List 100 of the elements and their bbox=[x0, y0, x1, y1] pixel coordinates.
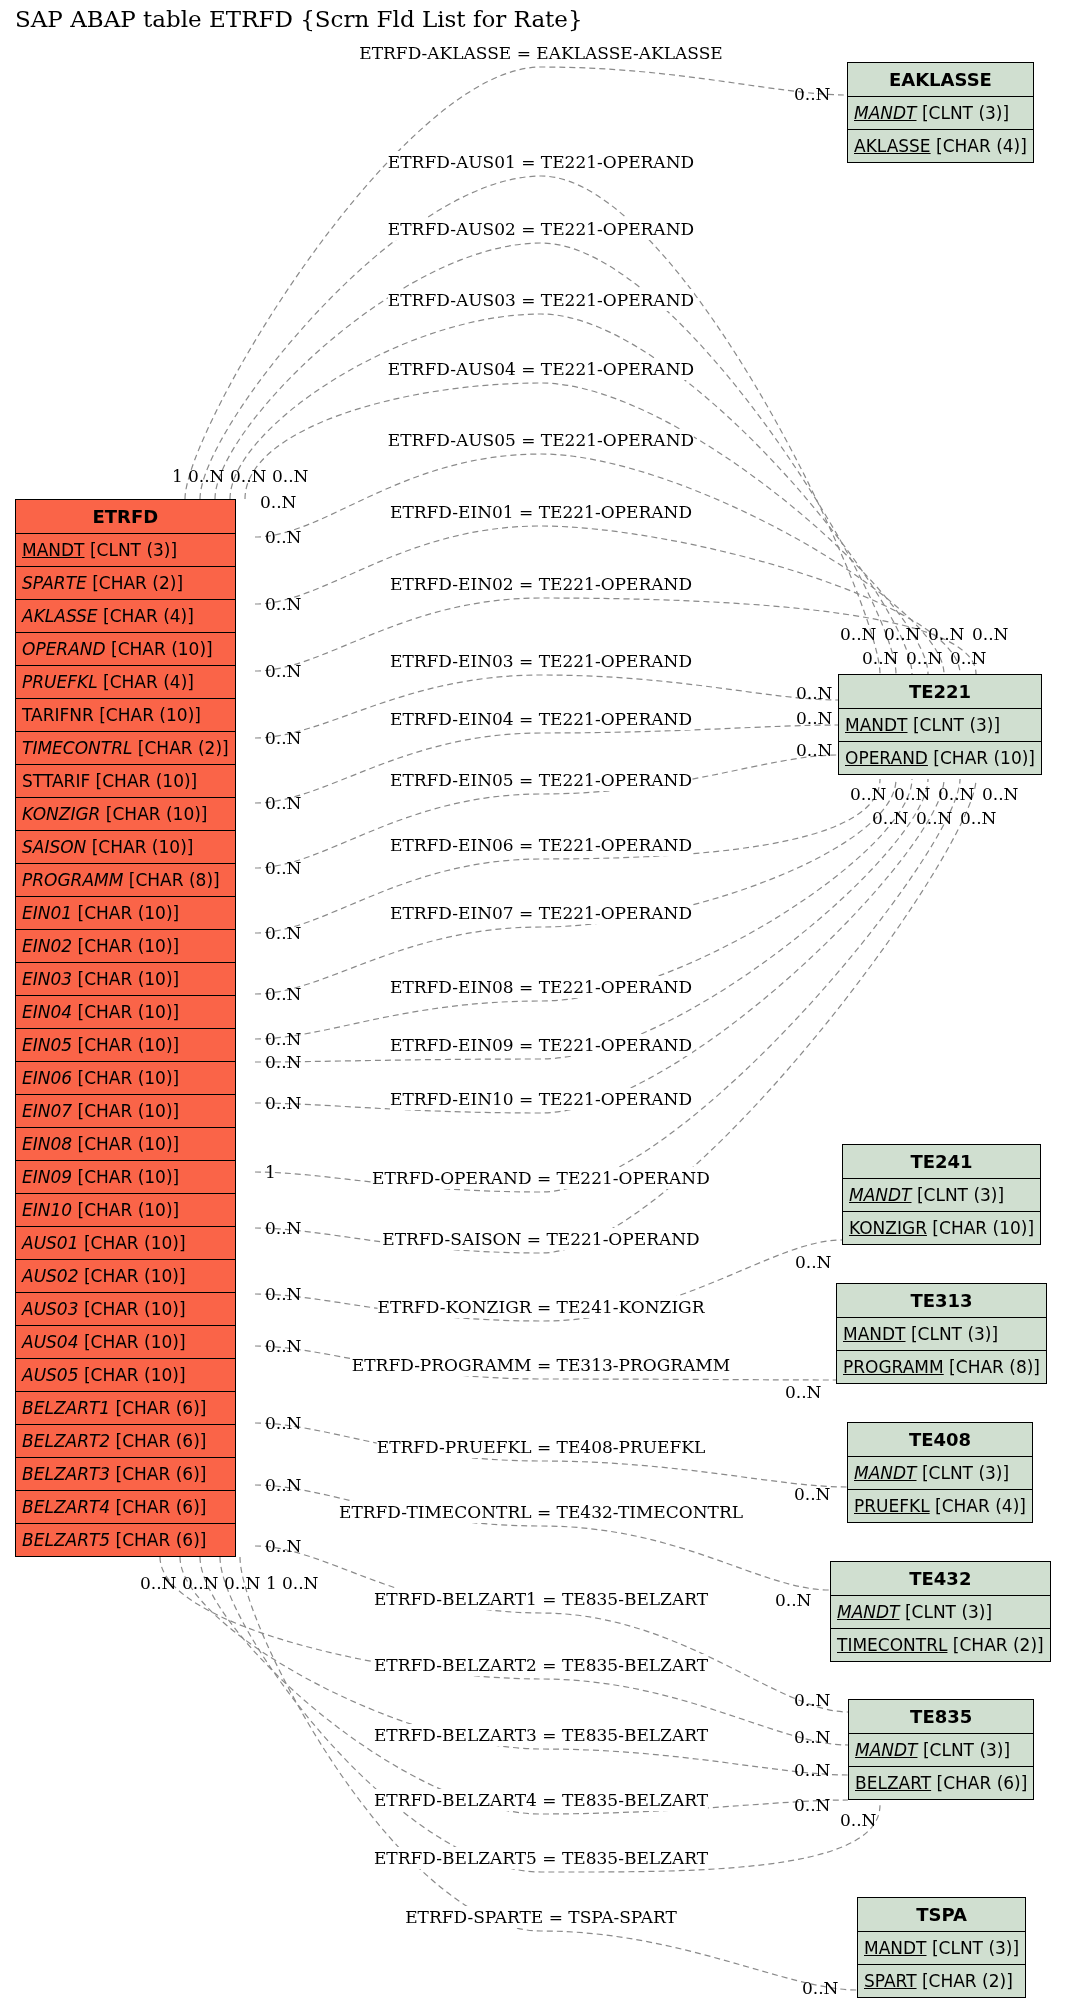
cardinality-label: 0..N bbox=[794, 1484, 831, 1504]
table-field: TIMECONTRL [CHAR (2)] bbox=[16, 732, 235, 765]
relation-label: ETRFD-EIN08 = TE221-OPERAND bbox=[390, 976, 692, 998]
cardinality-label: 0..N bbox=[916, 808, 953, 828]
table-header: ETRFD bbox=[16, 500, 235, 534]
cardinality-label: 0..N bbox=[265, 1536, 302, 1556]
relation-label: ETRFD-AUS03 = TE221-OPERAND bbox=[387, 289, 695, 311]
table-field: MANDT [CLNT (3)] bbox=[849, 1734, 1034, 1767]
table-field: AKLASSE [CHAR (4)] bbox=[848, 130, 1033, 162]
table-field: STTARIF [CHAR (10)] bbox=[16, 765, 235, 798]
cardinality-label: 0..N bbox=[265, 1093, 302, 1113]
table-field: PROGRAMM [CHAR (8)] bbox=[16, 864, 235, 897]
table-header: TE408 bbox=[848, 1423, 1032, 1457]
table-field: OPERAND [CHAR (10)] bbox=[16, 633, 235, 666]
cardinality-label: 0..N bbox=[188, 466, 225, 486]
cardinality-label: 0..N bbox=[230, 466, 267, 486]
cardinality-label: 0..N bbox=[840, 1810, 877, 1830]
cardinality-label: 0..N bbox=[840, 624, 877, 644]
table-field: MANDT [CLNT (3)] bbox=[848, 97, 1033, 130]
table-field: TARIFNR [CHAR (10)] bbox=[16, 699, 235, 732]
table-field: SPART [CHAR (2)] bbox=[858, 1965, 1026, 1997]
table-header: EAKLASSE bbox=[848, 63, 1033, 97]
table-field: MANDT [CLNT (3)] bbox=[837, 1318, 1046, 1351]
table-field: MANDT [CLNT (3)] bbox=[858, 1932, 1026, 1965]
cardinality-label: 0..N bbox=[265, 923, 302, 943]
cardinality-label: 0..N bbox=[224, 1573, 261, 1593]
cardinality-label: 0..N bbox=[265, 1413, 302, 1433]
cardinality-label: 0..N bbox=[265, 1218, 302, 1238]
table-field: AUS03 [CHAR (10)] bbox=[16, 1293, 235, 1326]
table-field: SAISON [CHAR (10)] bbox=[16, 831, 235, 864]
cardinality-label: 0..N bbox=[794, 1690, 831, 1710]
cardinality-label: 0..N bbox=[928, 624, 965, 644]
table-field: AUS05 [CHAR (10)] bbox=[16, 1359, 235, 1392]
table-field: AUS01 [CHAR (10)] bbox=[16, 1227, 235, 1260]
cardinality-label: 0..N bbox=[265, 728, 302, 748]
table-field: BELZART3 [CHAR (6)] bbox=[16, 1458, 235, 1491]
table-field: PRUEFKL [CHAR (4)] bbox=[848, 1490, 1032, 1522]
cardinality-label: 0..N bbox=[265, 1029, 302, 1049]
table-field: PROGRAMM [CHAR (8)] bbox=[837, 1351, 1046, 1383]
relation-label: ETRFD-OPERAND = TE221-OPERAND bbox=[372, 1167, 710, 1189]
cardinality-label: 0..N bbox=[972, 624, 1009, 644]
cardinality-label: 0..N bbox=[802, 1978, 839, 1998]
cardinality-label: 0..N bbox=[265, 1052, 302, 1072]
table-field: MANDT [CLNT (3)] bbox=[839, 709, 1041, 742]
cardinality-label: 0..N bbox=[182, 1573, 219, 1593]
table-field: SPARTE [CHAR (2)] bbox=[16, 567, 235, 600]
cardinality-label: 0..N bbox=[265, 1475, 302, 1495]
cardinality-label: 0..N bbox=[265, 858, 302, 878]
relation-label: ETRFD-BELZART3 = TE835-BELZART bbox=[373, 1724, 709, 1746]
table-field: EIN10 [CHAR (10)] bbox=[16, 1194, 235, 1227]
table-field: KONZIGR [CHAR (10)] bbox=[843, 1212, 1041, 1244]
cardinality-label: 0..N bbox=[850, 784, 887, 804]
table-field: BELZART4 [CHAR (6)] bbox=[16, 1491, 235, 1524]
table-field: EIN02 [CHAR (10)] bbox=[16, 930, 235, 963]
cardinality-label: 1 bbox=[266, 1573, 277, 1593]
table-field: BELZART2 [CHAR (6)] bbox=[16, 1425, 235, 1458]
table-field: AUS04 [CHAR (10)] bbox=[16, 1326, 235, 1359]
relation-label: ETRFD-BELZART4 = TE835-BELZART bbox=[373, 1789, 709, 1811]
table-field: EIN03 [CHAR (10)] bbox=[16, 963, 235, 996]
diagram-title: SAP ABAP table ETRFD {Scrn Fld List for Rate} bbox=[15, 6, 583, 32]
cardinality-label: 0..N bbox=[960, 808, 997, 828]
cardinality-label: 1 bbox=[172, 466, 183, 486]
table-field: OPERAND [CHAR (10)] bbox=[839, 742, 1041, 774]
cardinality-label: 0..N bbox=[796, 740, 833, 760]
cardinality-label: 0..N bbox=[906, 648, 943, 668]
table-header: TE835 bbox=[849, 1700, 1034, 1734]
cardinality-label: 0..N bbox=[140, 1573, 177, 1593]
table-field: BELZART5 [CHAR (6)] bbox=[16, 1524, 235, 1556]
cardinality-label: 0..N bbox=[884, 624, 921, 644]
cardinality-label: 0..N bbox=[265, 594, 302, 614]
cardinality-label: 0..N bbox=[796, 683, 833, 703]
table-header: TSPA bbox=[858, 1898, 1026, 1932]
table-field: MANDT [CLNT (3)] bbox=[843, 1179, 1041, 1212]
relation-label: ETRFD-EIN09 = TE221-OPERAND bbox=[390, 1034, 692, 1056]
relation-label: ETRFD-BELZART2 = TE835-BELZART bbox=[373, 1654, 709, 1676]
relation-label: ETRFD-EIN07 = TE221-OPERAND bbox=[390, 902, 692, 924]
cardinality-label: 0..N bbox=[282, 1573, 319, 1593]
table-field: KONZIGR [CHAR (10)] bbox=[16, 798, 235, 831]
table-field: AUS02 [CHAR (10)] bbox=[16, 1260, 235, 1293]
table-field: PRUEFKL [CHAR (4)] bbox=[16, 666, 235, 699]
cardinality-label: 0..N bbox=[794, 1760, 831, 1780]
table-field: BELZART1 [CHAR (6)] bbox=[16, 1392, 235, 1425]
table-field: EIN09 [CHAR (10)] bbox=[16, 1161, 235, 1194]
cardinality-label: 0..N bbox=[265, 661, 302, 681]
table-header: TE221 bbox=[839, 675, 1041, 709]
table-field: EIN01 [CHAR (10)] bbox=[16, 897, 235, 930]
cardinality-label: 0..N bbox=[272, 466, 309, 486]
relation-label: ETRFD-KONZIGR = TE241-KONZIGR bbox=[377, 1296, 705, 1318]
table-field: TIMECONTRL [CHAR (2)] bbox=[831, 1629, 1050, 1661]
cardinality-label: 0..N bbox=[938, 784, 975, 804]
cardinality-label: 0..N bbox=[265, 793, 302, 813]
cardinality-label: 0..N bbox=[265, 1336, 302, 1356]
relation-label: ETRFD-SAISON = TE221-OPERAND bbox=[382, 1228, 700, 1250]
cardinality-label: 0..N bbox=[775, 1590, 812, 1610]
relation-label: ETRFD-AUS04 = TE221-OPERAND bbox=[387, 358, 695, 380]
relation-label: ETRFD-AUS02 = TE221-OPERAND bbox=[387, 218, 695, 240]
table-field: EIN04 [CHAR (10)] bbox=[16, 996, 235, 1029]
cardinality-label: 0..N bbox=[796, 708, 833, 728]
cardinality-label: 0..N bbox=[794, 1795, 831, 1815]
relation-label: ETRFD-TIMECONTRL = TE432-TIMECONTRL bbox=[338, 1501, 744, 1523]
